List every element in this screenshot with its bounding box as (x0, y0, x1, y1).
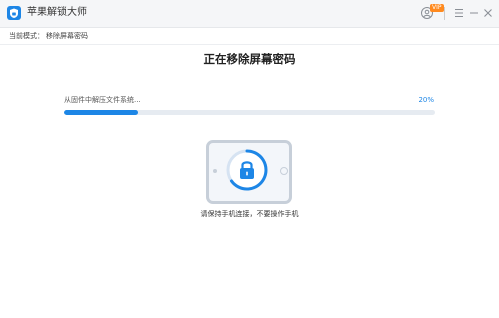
close-button[interactable] (481, 5, 495, 21)
progress-bar (64, 110, 435, 115)
close-icon (484, 9, 492, 17)
tablet-home-button (280, 167, 288, 175)
mode-value: 移除屏幕密码 (46, 32, 88, 40)
app-title: 苹果解锁大师 (27, 7, 87, 18)
progress-percent: 20% (418, 96, 434, 104)
progress-status: 从固件中解压文件系统... (64, 96, 141, 104)
lock-icon (224, 147, 270, 193)
title-bar: 苹果解锁大师 VIP (0, 0, 499, 28)
titlebar-separator (444, 7, 445, 20)
menu-icon (455, 9, 463, 17)
progress-bar-fill (64, 110, 139, 115)
divider (0, 44, 499, 45)
minimize-icon (470, 12, 478, 14)
page-title: 正在移除屏幕密码 (203, 52, 296, 66)
vip-badge: VIP (430, 4, 444, 12)
mode-label: 当前模式： (9, 32, 44, 40)
current-mode: 当前模式： 移除屏幕密码 (9, 32, 90, 41)
tablet-camera (213, 169, 217, 173)
menu-button[interactable] (452, 5, 466, 21)
minimize-button[interactable] (467, 5, 481, 21)
app-logo-icon (7, 6, 21, 20)
hint-text: 请保持手机连接，不要操作手机 (200, 210, 299, 218)
